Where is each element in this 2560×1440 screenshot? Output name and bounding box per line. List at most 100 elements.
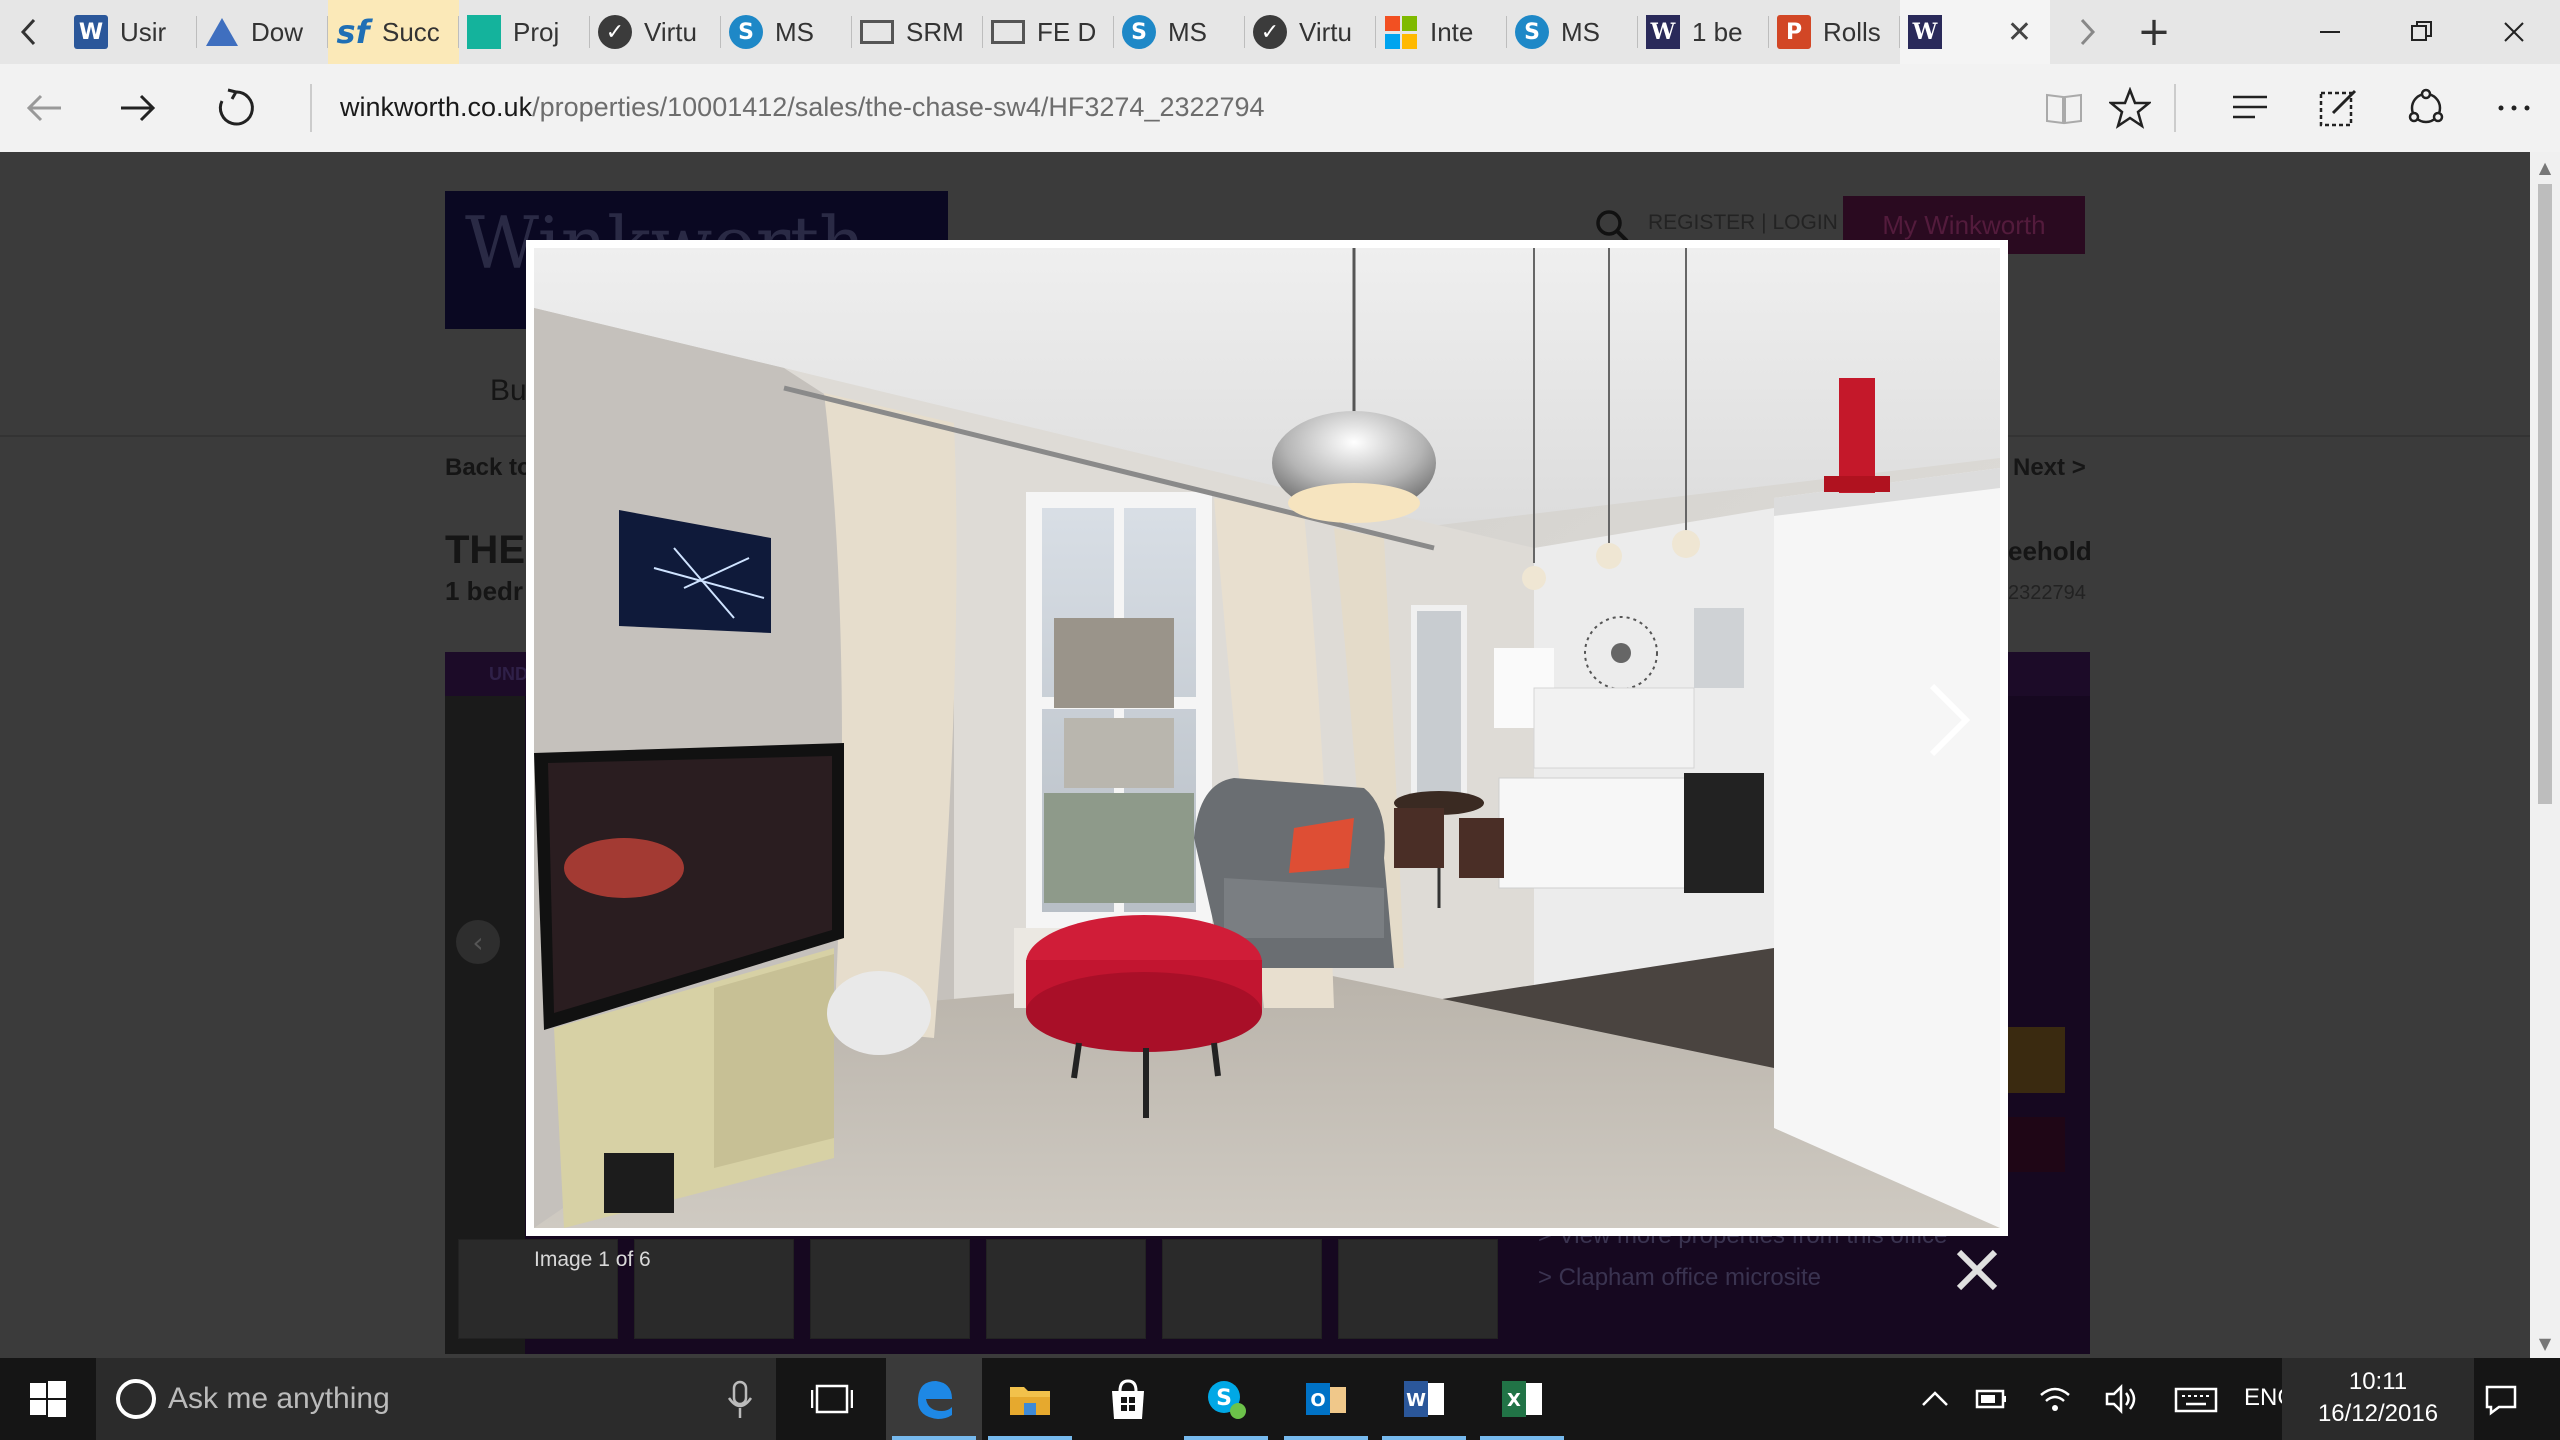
virtual-check-icon: ✓	[1253, 15, 1287, 49]
powerpoint-icon: P	[1777, 15, 1811, 49]
favorites-button[interactable]	[2090, 64, 2170, 152]
close-window-button[interactable]	[2468, 0, 2560, 64]
outlook-taskbar-button[interactable]: O	[1278, 1358, 1374, 1440]
plus-icon: +	[2137, 9, 2171, 55]
browser-tab[interactable]: Dow	[197, 0, 328, 64]
new-tab-button[interactable]: +	[2124, 0, 2184, 64]
restore-button[interactable]	[2376, 0, 2468, 64]
skype-taskbar-button[interactable]: S	[1178, 1358, 1274, 1440]
edge-taskbar-button[interactable]	[886, 1358, 982, 1440]
network-button[interactable]	[2030, 1358, 2080, 1440]
sharepoint-icon: S	[1515, 15, 1549, 49]
more-button[interactable]	[2474, 64, 2554, 152]
clock[interactable]: 10:11 16/12/2016	[2282, 1358, 2474, 1440]
store-taskbar-button[interactable]	[1080, 1358, 1176, 1440]
gallery-thumbnail[interactable]	[810, 1239, 970, 1339]
lightbox-close-button[interactable]	[1955, 1248, 1999, 1292]
lightbox-caption: Image 1 of 6	[534, 1248, 651, 1271]
tab-title: FE D	[1037, 16, 1097, 47]
cortana-search-box[interactable]: Ask me anything	[96, 1358, 776, 1440]
store-bag-icon	[1112, 1379, 1144, 1419]
tab-title: SRM	[906, 16, 964, 47]
battery-icon	[1975, 1389, 2006, 1409]
task-view-icon	[811, 1384, 853, 1414]
gallery-thumbnail[interactable]	[986, 1239, 1146, 1339]
word-icon: W	[74, 15, 108, 49]
cortana-icon	[116, 1379, 156, 1419]
tab-title: Dow	[251, 16, 304, 47]
microphone-icon[interactable]	[726, 1380, 754, 1420]
scroll-down-arrow-icon[interactable]: ▼	[2530, 1328, 2560, 1358]
folder-icon	[1010, 1387, 1050, 1415]
next-property-link[interactable]: Next >	[2013, 454, 2086, 482]
browser-tab[interactable]: SRM	[852, 0, 983, 64]
back-button[interactable]	[4, 64, 84, 152]
gallery-thumbnail[interactable]	[1162, 1239, 1322, 1339]
gallery-thumbnail[interactable]	[634, 1239, 794, 1339]
browser-tab[interactable]: S MS	[1114, 0, 1245, 64]
speaker-icon	[2105, 1383, 2136, 1415]
tab-title: Usir	[120, 16, 167, 47]
microsoft-logo-icon	[1384, 15, 1418, 49]
minimize-icon	[2320, 31, 2340, 33]
tab-title: Succ	[382, 16, 440, 47]
register-login-link[interactable]: REGISTER | LOGIN	[1648, 211, 1838, 235]
close-tab-icon[interactable]: ✕	[2007, 15, 2032, 50]
back-to-results-link[interactable]: Back to	[445, 454, 532, 482]
arrow-left-icon	[26, 94, 61, 122]
browser-tab[interactable]: Inte	[1376, 0, 1507, 64]
browser-tab[interactable]: W 1 be	[1638, 0, 1769, 64]
volume-button[interactable]	[2096, 1358, 2146, 1440]
web-note-button[interactable]	[2298, 64, 2378, 152]
lightbox-next-button[interactable]	[1916, 680, 1976, 760]
arrow-right-icon	[121, 94, 156, 122]
browser-tab[interactable]: ✓ Virtu	[1245, 0, 1376, 64]
url-field[interactable]: winkworth.co.uk/properties/10001412/sale…	[340, 92, 1265, 123]
vertical-scrollbar[interactable]: ▲ ▼	[2530, 152, 2560, 1358]
scroll-tabs-left-button[interactable]	[0, 0, 58, 64]
browser-tab-active[interactable]: W ✕	[1900, 0, 2050, 64]
browser-tab[interactable]: P Rolls	[1769, 0, 1900, 64]
browser-tab[interactable]: sf Succ	[328, 0, 459, 64]
browser-tab[interactable]: FE D	[983, 0, 1114, 64]
refresh-button[interactable]	[196, 64, 276, 152]
action-center-button[interactable]	[2466, 1358, 2536, 1440]
keyboard-icon	[2174, 1387, 2218, 1413]
tab-title: MS	[1168, 16, 1207, 47]
salesforce-icon: sf	[336, 13, 370, 51]
task-view-button[interactable]	[800, 1358, 864, 1440]
excel-icon: X	[1502, 1381, 1542, 1417]
scroll-up-arrow-icon[interactable]: ▲	[2530, 152, 2560, 182]
word-icon: W	[1404, 1381, 1444, 1417]
nav-buy[interactable]: Bu	[490, 374, 527, 408]
search-icon[interactable]	[1594, 208, 1630, 244]
browser-tab[interactable]: Proj	[459, 0, 590, 64]
close-icon	[2504, 22, 2524, 42]
reference-text: 2322794	[2008, 582, 2086, 604]
scroll-tabs-right-button[interactable]	[2058, 0, 2116, 64]
browser-tab[interactable]: S MS	[721, 0, 852, 64]
start-button[interactable]	[0, 1358, 96, 1440]
word-taskbar-button[interactable]: W	[1376, 1358, 1472, 1440]
sharepoint-icon: S	[729, 15, 763, 49]
drive-triangle-icon	[205, 15, 239, 49]
share-button[interactable]	[2386, 64, 2466, 152]
show-hidden-icons-button[interactable]	[1910, 1358, 1960, 1440]
notification-icon	[2485, 1385, 2517, 1416]
minimize-button[interactable]	[2284, 0, 2376, 64]
file-explorer-taskbar-button[interactable]	[982, 1358, 1078, 1440]
gallery-thumbnail[interactable]	[1338, 1239, 1498, 1339]
battery-button[interactable]	[1966, 1358, 2016, 1440]
browser-tab[interactable]: ✓ Virtu	[590, 0, 721, 64]
forward-button[interactable]	[98, 64, 178, 152]
touch-keyboard-button[interactable]	[2166, 1358, 2226, 1440]
scrollbar-thumb[interactable]	[2538, 184, 2552, 804]
tab-title: 1 be	[1692, 16, 1743, 47]
gallery-prev-button[interactable]: ‹	[456, 920, 500, 964]
browser-tab[interactable]: S MS	[1507, 0, 1638, 64]
browser-tab[interactable]: W Usir	[66, 0, 197, 64]
office-microsite-link[interactable]: > Clapham office microsite	[1538, 1264, 1821, 1292]
hub-button[interactable]	[2210, 64, 2290, 152]
virtual-check-icon: ✓	[598, 15, 632, 49]
excel-taskbar-button[interactable]: X	[1474, 1358, 1570, 1440]
